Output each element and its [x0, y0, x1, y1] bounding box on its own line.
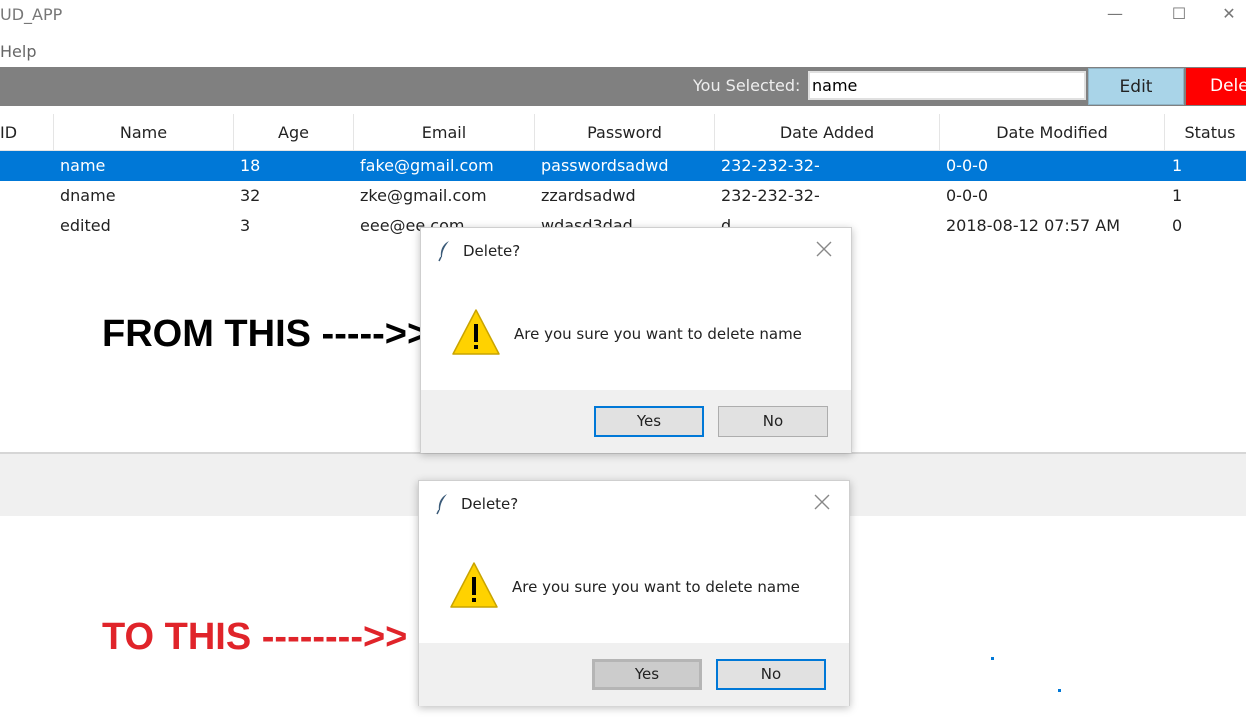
cell-status: 1 — [1172, 186, 1183, 205]
minimize-button[interactable]: — — [1092, 0, 1138, 30]
dialog-footer: Yes No — [421, 390, 851, 453]
warning-icon — [452, 309, 500, 355]
close-icon[interactable] — [811, 491, 833, 513]
cell-age: 18 — [240, 156, 261, 175]
yes-button[interactable]: Yes — [592, 659, 702, 690]
close-window-button[interactable]: ✕ — [1206, 0, 1246, 30]
cell-id — [2, 181, 52, 211]
column-header-email[interactable]: Email — [354, 114, 535, 151]
column-header-password[interactable]: Password — [535, 114, 715, 151]
cell-age: 3 — [240, 216, 251, 235]
cell-date-modified: 0-0-0 — [946, 156, 989, 175]
annotation-to: TO THIS -------->> — [102, 616, 408, 658]
column-header-date-modified[interactable]: Date Modified — [940, 114, 1165, 151]
warning-icon — [450, 562, 498, 608]
cell-email: zke@gmail.com — [360, 186, 487, 205]
feather-icon — [438, 241, 449, 262]
cell-id — [2, 211, 52, 241]
column-header-status[interactable]: Status — [1165, 114, 1246, 151]
column-header-id[interactable]: ID — [0, 114, 54, 151]
table-row[interactable]: name 18 fake@gmail.com passwordsadwd 232… — [0, 151, 1246, 181]
cell-date-added: 232-232-32- — [721, 186, 820, 205]
maximize-button[interactable]: ☐ — [1156, 0, 1202, 30]
delete-button[interactable]: Delete — [1186, 68, 1246, 105]
table-header: ID Name Age Email Password Date Added Da… — [0, 114, 1246, 151]
cell-age: 32 — [240, 186, 261, 205]
no-button[interactable]: No — [718, 406, 828, 437]
edit-button[interactable]: Edit — [1088, 68, 1184, 105]
stray-dot — [991, 657, 994, 660]
toolbar: You Selected: name Edit Delete — [0, 67, 1246, 106]
dialog-title: Delete? — [463, 242, 521, 260]
cell-status: 0 — [1172, 216, 1183, 235]
table-row[interactable]: dname 32 zke@gmail.com zzardsadwd 232-23… — [0, 181, 1246, 211]
delete-confirm-dialog: Delete? Are you sure you want to delete … — [418, 480, 850, 706]
feather-icon — [436, 494, 447, 515]
selected-label: You Selected: — [693, 76, 801, 95]
annotation-from: FROM THIS ----->> — [102, 313, 430, 355]
selected-value-field[interactable]: name — [808, 71, 1086, 100]
stray-dot — [1058, 689, 1061, 692]
window-title-bar: UD_APP — ☐ ✕ — [0, 0, 1246, 32]
cell-name: dname — [60, 186, 116, 205]
cell-date-modified: 2018-08-12 07:57 AM — [946, 216, 1121, 235]
cell-date-added: 232-232-32- — [721, 156, 820, 175]
dialog-message: Are you sure you want to delete name — [514, 325, 802, 343]
cell-name: name — [60, 156, 106, 175]
yes-button[interactable]: Yes — [594, 406, 704, 437]
close-icon[interactable] — [813, 238, 835, 260]
cell-id — [2, 151, 52, 181]
column-header-date-added[interactable]: Date Added — [715, 114, 940, 151]
column-header-age[interactable]: Age — [234, 114, 354, 151]
column-header-name[interactable]: Name — [54, 114, 234, 151]
cell-password: passwordsadwd — [541, 156, 669, 175]
dialog-message: Are you sure you want to delete name — [512, 578, 800, 596]
dialog-footer: Yes No — [419, 643, 849, 706]
cell-name: edited — [60, 216, 111, 235]
menu-bar: Help — [0, 36, 1246, 66]
window-title: UD_APP — [0, 5, 63, 24]
no-button[interactable]: No — [716, 659, 826, 690]
dialog-title: Delete? — [461, 495, 519, 513]
delete-confirm-dialog: Delete? Are you sure you want to delete … — [420, 227, 852, 453]
cell-email: fake@gmail.com — [360, 156, 494, 175]
menu-item-help[interactable]: Help — [0, 42, 36, 61]
cell-password: zzardsadwd — [541, 186, 636, 205]
cell-date-modified: 0-0-0 — [946, 186, 989, 205]
cell-status: 1 — [1172, 156, 1183, 175]
